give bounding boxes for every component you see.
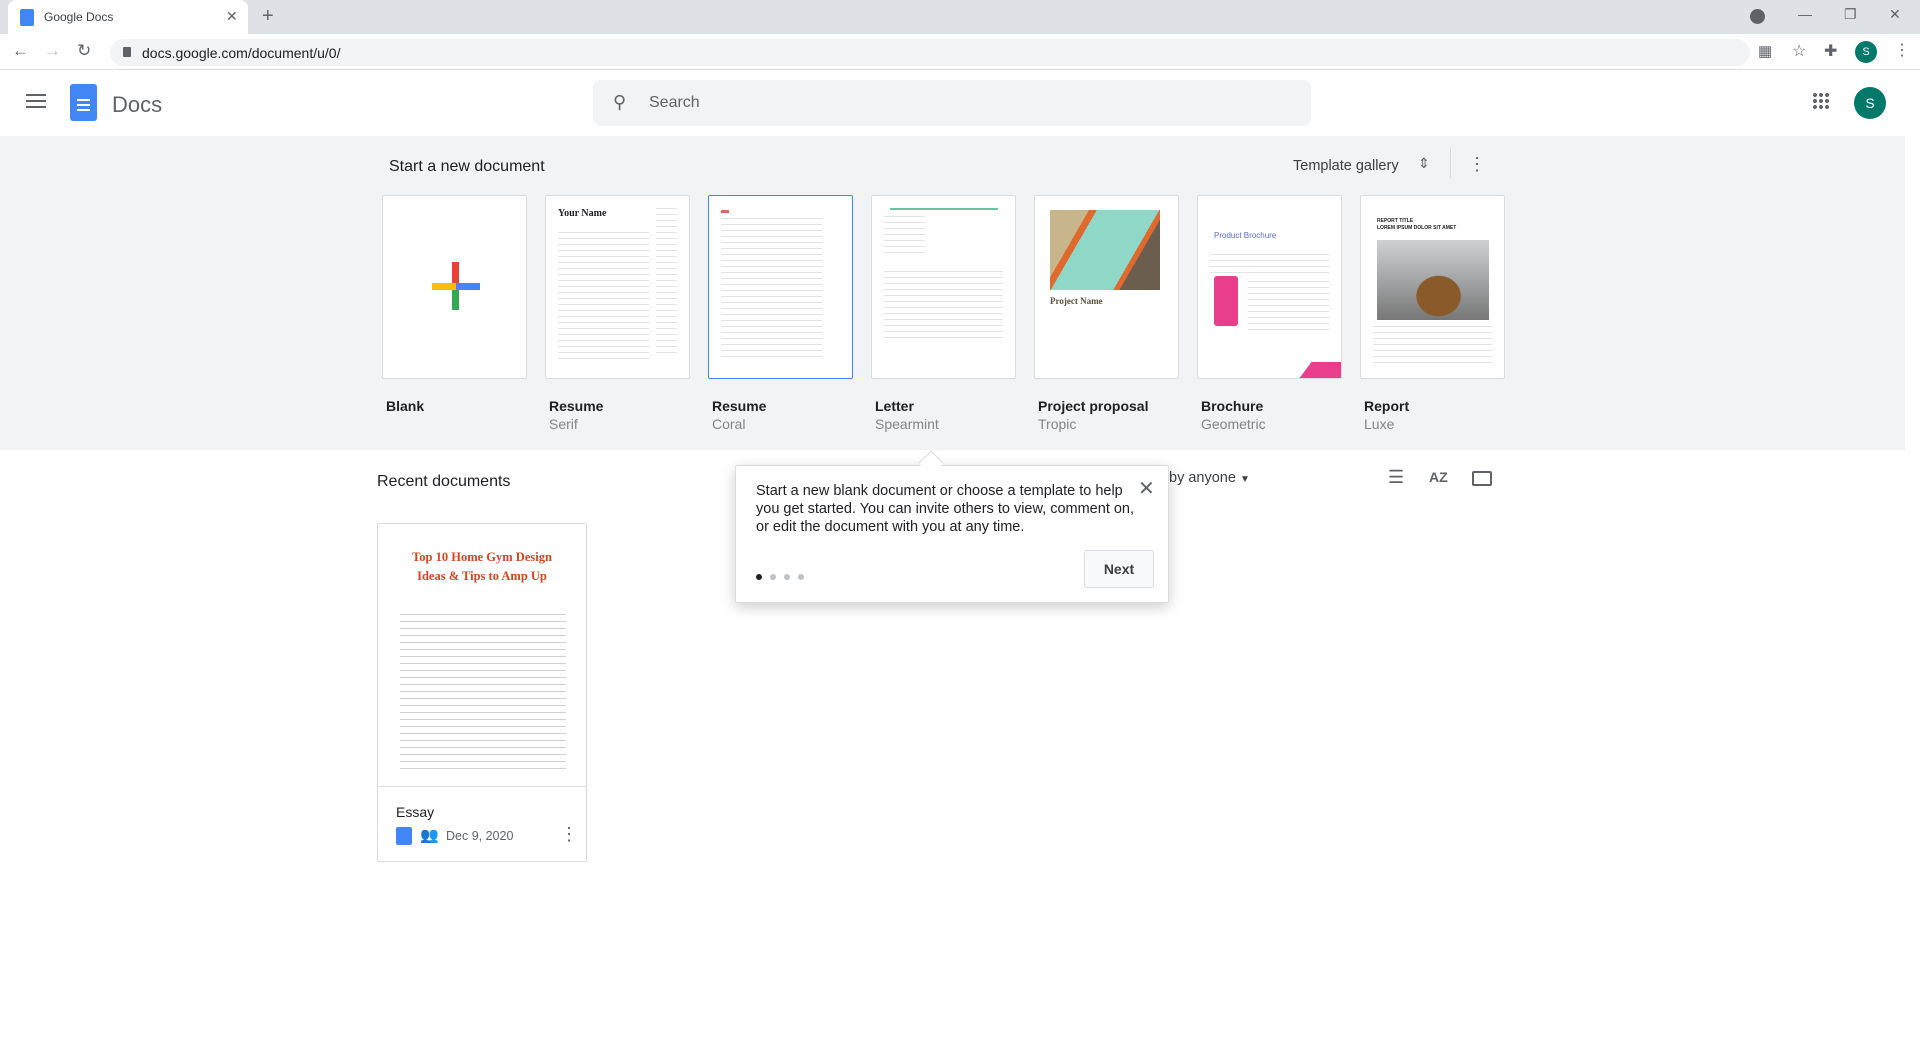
template-resume-serif[interactable]: Your Name bbox=[545, 195, 690, 379]
search-icon[interactable]: ⚲ bbox=[613, 92, 626, 113]
document-card[interactable]: Top 10 Home Gym Design Ideas & Tips to A… bbox=[377, 523, 587, 862]
plus-icon-bar bbox=[432, 283, 480, 290]
template-label: Resume bbox=[549, 398, 604, 414]
docs-favicon-icon bbox=[20, 9, 34, 26]
sort-az-icon[interactable]: AZ bbox=[1429, 469, 1448, 485]
browser-tab-bar: Google Docs ✕ + — ❐ ✕ bbox=[0, 0, 1920, 34]
back-icon[interactable]: ← bbox=[12, 41, 29, 61]
docs-file-icon bbox=[396, 827, 412, 845]
tropic-image bbox=[1050, 210, 1160, 290]
phone-image bbox=[1214, 276, 1238, 326]
account-avatar[interactable]: S bbox=[1854, 87, 1886, 119]
bookmark-star-icon[interactable]: ☆ bbox=[1792, 41, 1806, 61]
caret-down-icon: ▼ bbox=[1239, 474, 1250, 485]
folder-icon[interactable] bbox=[1472, 471, 1492, 486]
step-dot-active bbox=[756, 574, 762, 580]
owner-filter-label: by anyone bbox=[1169, 470, 1236, 486]
thumb-text: Project Name bbox=[1050, 296, 1103, 306]
template-report-luxe[interactable]: REPORT TITLE LOREM IPSUM DOLOR SIT AMET bbox=[1360, 195, 1505, 379]
step-dot bbox=[784, 574, 790, 580]
template-label: Letter bbox=[875, 398, 914, 414]
profile-menu-icon[interactable] bbox=[1750, 9, 1765, 24]
google-apps-icon[interactable] bbox=[1812, 92, 1830, 110]
template-label: Resume bbox=[712, 398, 767, 414]
docs-header: Docs ⚲ Search S bbox=[0, 70, 1920, 136]
close-tab-icon[interactable]: ✕ bbox=[226, 8, 238, 25]
thumb-text: Product Brochure bbox=[1214, 231, 1277, 240]
template-sublabel: Spearmint bbox=[875, 416, 939, 432]
template-blank[interactable] bbox=[382, 195, 527, 379]
document-name: Essay bbox=[396, 804, 435, 820]
template-heading: Start a new document bbox=[389, 158, 545, 175]
template-gallery-button[interactable]: Template gallery bbox=[1293, 158, 1399, 174]
recent-heading: Recent documents bbox=[377, 473, 511, 490]
url-bar[interactable]: docs.google.com/document/u/0/ ▦ ☆ bbox=[110, 39, 1806, 66]
template-letter-spearmint[interactable] bbox=[871, 195, 1016, 379]
step-dot bbox=[798, 574, 804, 580]
new-tab-button[interactable]: + bbox=[262, 5, 274, 28]
url-text: docs.google.com/document/u/0/ bbox=[142, 45, 341, 61]
coral-accent bbox=[721, 210, 729, 213]
onboarding-tooltip: Start a new blank document or choose a t… bbox=[735, 465, 1169, 603]
template-label: Brochure bbox=[1201, 398, 1264, 414]
report-photo bbox=[1377, 240, 1489, 320]
geometric-shape bbox=[1298, 362, 1341, 378]
reload-icon[interactable]: ↻ bbox=[77, 41, 91, 61]
address-bar-row: ← → ↻ docs.google.com/document/u/0/ ▦ ☆ … bbox=[0, 34, 1920, 70]
browser-tab[interactable]: Google Docs ✕ bbox=[8, 0, 248, 34]
step-dot bbox=[770, 574, 776, 580]
qr-code-icon[interactable]: ▦ bbox=[1758, 42, 1772, 60]
search-input[interactable]: Search bbox=[649, 94, 700, 112]
unfold-icon[interactable]: ⇕ bbox=[1418, 155, 1430, 172]
template-label: Blank bbox=[386, 398, 425, 414]
restore-icon[interactable]: ❐ bbox=[1844, 6, 1857, 23]
main-menu-icon[interactable] bbox=[26, 94, 46, 108]
template-sublabel: Tropic bbox=[1038, 416, 1077, 432]
template-section: Start a new document Template gallery ⇕ … bbox=[0, 136, 1905, 450]
app-title[interactable]: Docs bbox=[112, 92, 162, 118]
thumb-text: REPORT TITLE bbox=[1377, 218, 1414, 224]
docs-logo-icon[interactable] bbox=[70, 84, 97, 121]
spearmint-rule bbox=[890, 208, 998, 210]
next-button[interactable]: Next bbox=[1084, 550, 1154, 588]
extensions-icon[interactable]: ✚ bbox=[1824, 41, 1837, 61]
template-label: Report bbox=[1364, 398, 1410, 414]
document-more-icon[interactable]: ⋮ bbox=[560, 824, 578, 845]
minimize-icon[interactable]: — bbox=[1798, 6, 1812, 22]
template-sublabel: Luxe bbox=[1364, 416, 1395, 432]
template-sublabel: Geometric bbox=[1201, 416, 1266, 432]
lock-icon bbox=[123, 47, 131, 57]
document-date: Dec 9, 2020 bbox=[446, 829, 514, 843]
tooltip-text: Start a new blank document or choose a t… bbox=[756, 483, 1135, 535]
preview-title: Top 10 Home Gym Design Ideas & Tips to A… bbox=[412, 550, 552, 583]
template-project-proposal-tropic[interactable]: Project Name bbox=[1034, 195, 1179, 379]
close-window-icon[interactable]: ✕ bbox=[1889, 6, 1901, 23]
template-brochure-geometric[interactable]: Product Brochure bbox=[1197, 195, 1342, 379]
forward-icon[interactable]: → bbox=[44, 41, 61, 61]
template-sublabel: Serif bbox=[549, 416, 578, 432]
tab-title: Google Docs bbox=[44, 10, 114, 24]
shared-people-icon: 👥 bbox=[420, 827, 439, 844]
list-view-icon[interactable]: ☰ bbox=[1388, 467, 1404, 488]
close-icon[interactable]: ✕ bbox=[1138, 476, 1155, 501]
thumb-text: LOREM IPSUM DOLOR SIT AMET bbox=[1377, 225, 1457, 231]
browser-menu-icon[interactable]: ⋮ bbox=[1894, 40, 1910, 60]
search-bar[interactable]: ⚲ Search bbox=[593, 80, 1311, 126]
thumb-text: Your Name bbox=[558, 208, 607, 219]
owner-filter-dropdown[interactable]: by anyone ▼ bbox=[1169, 470, 1250, 486]
divider bbox=[1450, 148, 1451, 178]
template-sublabel: Coral bbox=[712, 416, 746, 432]
browser-profile-avatar[interactable]: S bbox=[1855, 41, 1877, 63]
template-resume-coral[interactable] bbox=[708, 195, 853, 379]
document-preview[interactable]: Top 10 Home Gym Design Ideas & Tips to A… bbox=[378, 524, 586, 787]
template-label: Project proposal bbox=[1038, 398, 1149, 414]
template-more-icon[interactable]: ⋮ bbox=[1468, 154, 1486, 175]
